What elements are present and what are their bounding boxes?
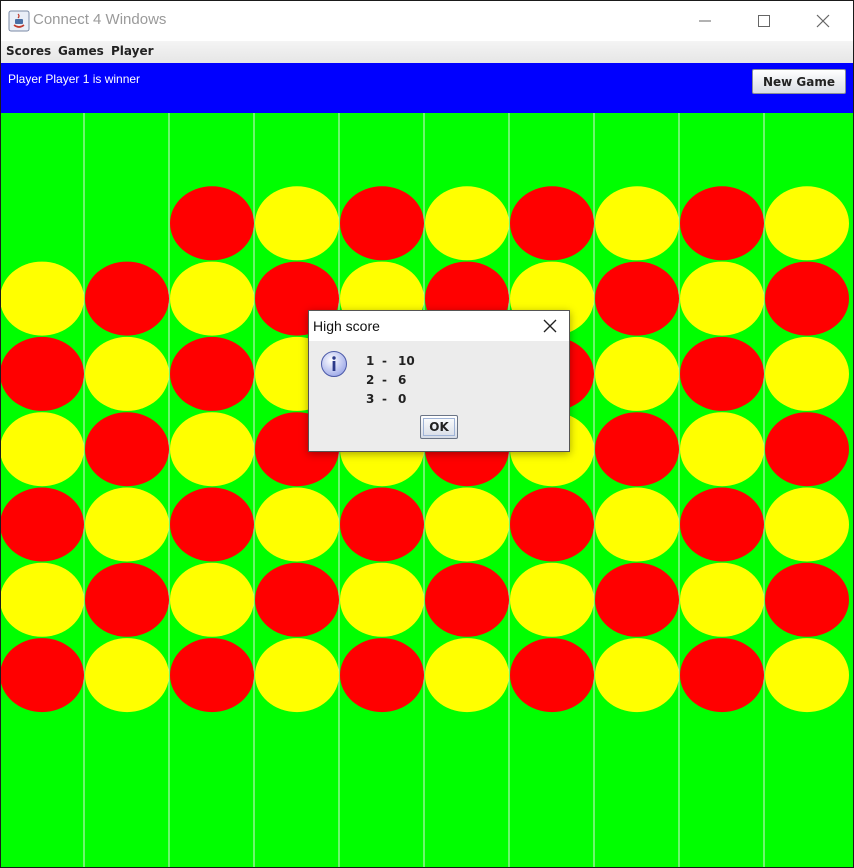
dialog-title: High score [313,318,380,334]
maximize-button[interactable] [735,1,793,41]
yellow-disc [1,412,84,487]
yellow-disc [85,336,169,411]
yellow-disc [765,638,849,713]
yellow-disc [765,186,849,261]
red-disc [85,412,169,487]
red-disc [85,261,169,336]
yellow-disc [595,638,679,713]
status-bar: Player Player 1 is winner New Game [1,63,853,113]
game-board[interactable] [1,113,853,867]
minimize-icon [699,20,711,22]
score-rank: 2 [366,373,375,387]
score-rank: 1 [366,354,375,368]
red-disc [170,336,254,411]
yellow-disc [255,638,339,713]
menu-games[interactable]: Games [58,44,104,58]
red-disc [765,261,849,336]
yellow-disc [425,638,509,713]
red-disc [680,638,764,713]
red-disc [340,487,424,562]
winner-message: Player Player 1 is winner [8,72,141,86]
java-app-icon [8,10,30,32]
app-window: Connect 4 Windows Scores Games Player Pl… [0,0,854,868]
yellow-disc [595,487,679,562]
score-value: 6 [398,373,407,387]
score-value: 10 [398,354,415,368]
title-bar: Connect 4 Windows [1,1,853,41]
yellow-disc [425,487,509,562]
high-score-dialog: High score 1 - 10 2 - 6 3 - 0 OK [308,310,570,452]
red-disc [340,638,424,713]
ok-button[interactable]: OK [420,415,458,439]
yellow-disc [510,562,594,637]
score-separator: - [382,373,387,387]
red-disc [1,336,84,411]
red-disc [595,261,679,336]
window-title: Connect 4 Windows [33,11,167,28]
yellow-disc [680,562,764,637]
red-disc [170,638,254,713]
yellow-disc [765,487,849,562]
yellow-disc [680,261,764,336]
yellow-disc [255,487,339,562]
score-separator: - [382,392,387,406]
red-disc [170,487,254,562]
red-disc [170,186,254,261]
score-separator: - [382,354,387,368]
yellow-disc [680,412,764,487]
red-disc [255,562,339,637]
yellow-disc [595,186,679,261]
new-game-button[interactable]: New Game [752,69,846,94]
red-disc [680,186,764,261]
menu-scores[interactable]: Scores [6,44,51,58]
yellow-disc [595,336,679,411]
yellow-disc [425,186,509,261]
yellow-disc [765,336,849,411]
maximize-icon [758,15,770,27]
red-disc [595,412,679,487]
yellow-disc [255,186,339,261]
yellow-disc [170,562,254,637]
yellow-disc [1,562,84,637]
red-disc [510,487,594,562]
red-disc [765,412,849,487]
red-disc [510,186,594,261]
yellow-disc [85,638,169,713]
dialog-title-bar: High score [309,311,569,341]
menu-player[interactable]: Player [111,44,154,58]
yellow-disc [170,261,254,336]
yellow-disc [170,412,254,487]
red-disc [85,562,169,637]
close-button[interactable] [794,1,852,41]
red-disc [425,562,509,637]
red-disc [510,638,594,713]
minimize-button[interactable] [676,1,734,41]
red-disc [595,562,679,637]
info-icon [321,351,347,377]
close-icon [816,14,830,28]
red-disc [680,487,764,562]
red-disc [1,487,84,562]
red-disc [765,562,849,637]
yellow-disc [85,487,169,562]
dialog-close-icon[interactable] [541,317,559,335]
red-disc [680,336,764,411]
yellow-disc [340,562,424,637]
score-value: 0 [398,392,407,406]
yellow-disc [1,261,84,336]
red-disc [340,186,424,261]
menu-bar: Scores Games Player [1,41,853,63]
red-disc [1,638,84,713]
score-rank: 3 [366,392,375,406]
